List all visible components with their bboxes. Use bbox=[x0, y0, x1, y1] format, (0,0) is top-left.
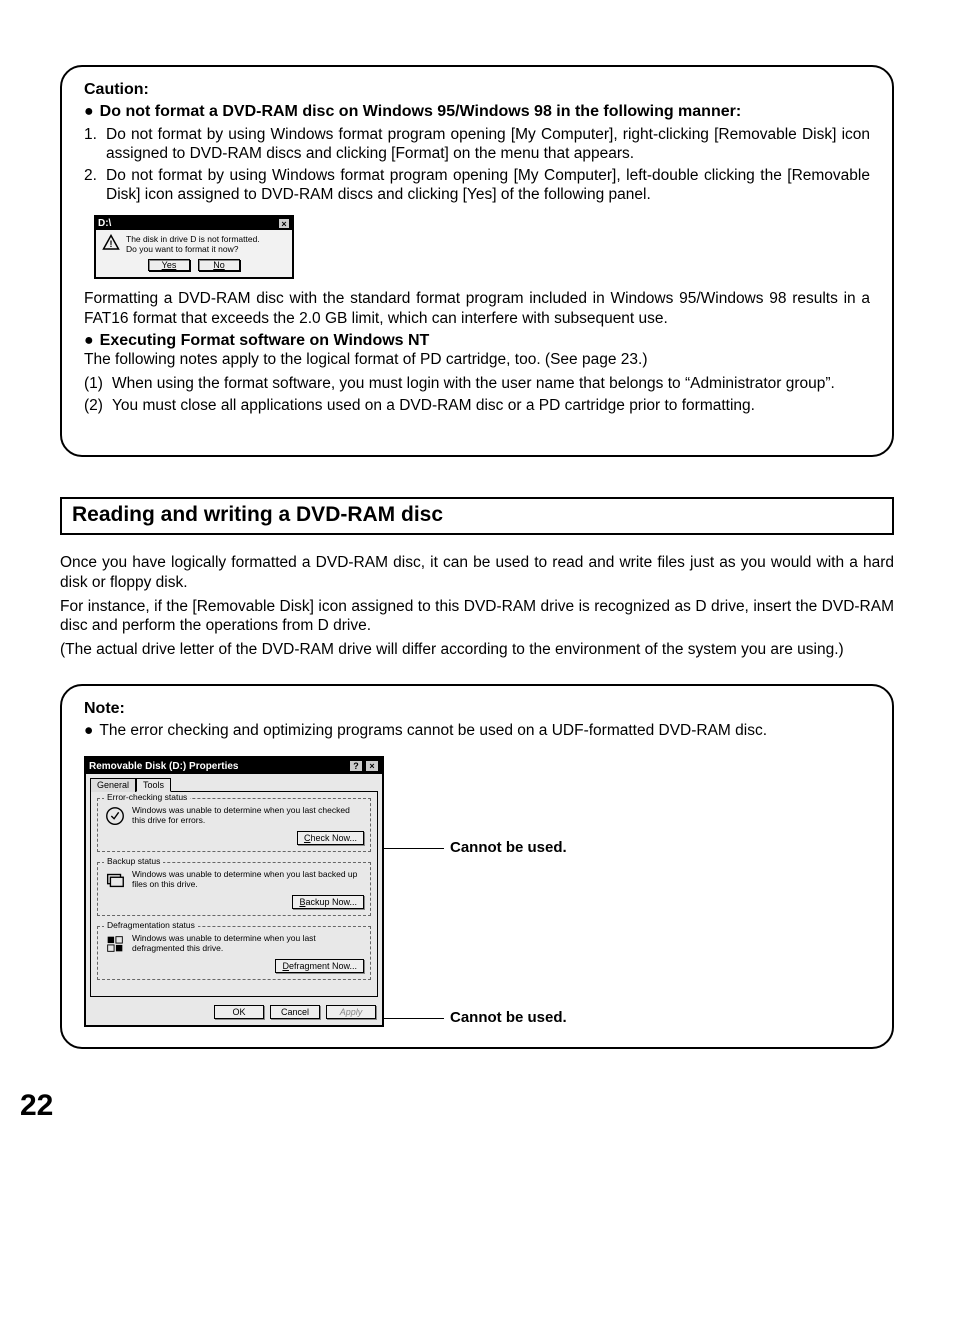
btn-rest: ackup Now... bbox=[305, 897, 357, 907]
close-icon[interactable]: × bbox=[278, 218, 290, 229]
dialog-title: D:\ bbox=[98, 218, 111, 229]
tab-body: Error-checking status Windows was unable… bbox=[90, 791, 378, 997]
sub-intro: The following notes apply to the logical… bbox=[84, 350, 870, 370]
list-item: 2. Do not format by using Windows format… bbox=[84, 166, 870, 205]
caution-box: Caution: ● Do not format a DVD-RAM disc … bbox=[60, 65, 894, 457]
callout-line bbox=[384, 848, 444, 849]
bullet-dot: ● bbox=[84, 722, 93, 740]
page: Caution: ● Do not format a DVD-RAM disc … bbox=[0, 0, 954, 1163]
list-item: 1. Do not format by using Windows format… bbox=[84, 125, 870, 164]
item-text: Do not format by using Windows format pr… bbox=[106, 125, 870, 164]
callout-text: Cannot be used. bbox=[450, 1009, 567, 1026]
tab-general[interactable]: General bbox=[90, 778, 136, 792]
dialog-titlebar: D:\ × bbox=[96, 217, 292, 230]
caution-title: Caution: bbox=[84, 81, 870, 99]
sub-list: (1) When using the format software, you … bbox=[84, 374, 870, 415]
dialog-msg-line1: The disk in drive D is not formatted. bbox=[126, 234, 260, 245]
list-item: (2) You must close all applications used… bbox=[84, 396, 870, 415]
item-number: (1) bbox=[84, 374, 112, 393]
properties-title-text: Removable Disk (D:) Properties bbox=[89, 761, 239, 772]
error-check-group: Error-checking status Windows was unable… bbox=[97, 798, 371, 852]
warning-icon: ! bbox=[102, 234, 120, 252]
item-number: 2. bbox=[84, 166, 106, 205]
group-legend: Error-checking status bbox=[104, 792, 190, 802]
sub-bullet-text: Executing Format software on Windows NT bbox=[100, 332, 430, 350]
dialog-msg-line2: Do you want to format it now? bbox=[126, 244, 260, 255]
no-label: No bbox=[213, 260, 225, 270]
cancel-button[interactable]: Cancel bbox=[270, 1005, 320, 1019]
dialog-buttons: Yes No bbox=[102, 259, 286, 271]
group-legend: Backup status bbox=[104, 856, 163, 866]
dialog-button-row: OK Cancel Apply bbox=[86, 1001, 382, 1025]
backup-now-button[interactable]: Backup Now... bbox=[292, 895, 364, 909]
group-text: Windows was unable to determine when you… bbox=[132, 869, 364, 889]
no-button[interactable]: No bbox=[198, 259, 240, 271]
section-title: Reading and writing a DVD-RAM disc bbox=[60, 497, 894, 535]
svg-text:!: ! bbox=[110, 238, 113, 248]
disk-check-icon bbox=[104, 805, 126, 827]
sub-bullet: ● Executing Format software on Windows N… bbox=[84, 332, 870, 350]
group-text: Windows was unable to determine when you… bbox=[132, 805, 364, 825]
note-box: Note: ● The error checking and optimizin… bbox=[60, 684, 894, 1049]
btn-rest: heck Now... bbox=[310, 833, 357, 843]
list-item: (1) When using the format software, you … bbox=[84, 374, 870, 393]
close-icon[interactable]: × bbox=[365, 760, 379, 772]
defragment-now-button[interactable]: Defragment Now... bbox=[275, 959, 364, 973]
item-number: (2) bbox=[84, 396, 112, 415]
dialog-row: ! The disk in drive D is not formatted. … bbox=[102, 234, 286, 255]
properties-wrap: Removable Disk (D:) Properties ? × Gener… bbox=[84, 756, 870, 1027]
note-bullet-text: The error checking and optimizing progra… bbox=[99, 722, 767, 740]
check-now-button[interactable]: Check Now... bbox=[297, 831, 364, 845]
group-text: Windows was unable to determine when you… bbox=[132, 933, 364, 953]
yes-button[interactable]: Yes bbox=[148, 259, 190, 271]
caution-bullet-text: Do not format a DVD-RAM disc on Windows … bbox=[100, 103, 742, 121]
caution-paragraph: Formatting a DVD-RAM disc with the stand… bbox=[84, 289, 870, 329]
note-bullet: ● The error checking and optimizing prog… bbox=[84, 722, 870, 740]
help-icon[interactable]: ? bbox=[349, 760, 363, 772]
item-number: 1. bbox=[84, 125, 106, 164]
backup-icon bbox=[104, 869, 126, 891]
properties-titlebar: Removable Disk (D:) Properties ? × bbox=[86, 758, 382, 774]
caution-bullet: ● Do not format a DVD-RAM disc on Window… bbox=[84, 103, 870, 121]
body-para: (The actual drive letter of the DVD-RAM … bbox=[60, 640, 894, 660]
defrag-group: Defragmentation status Windows was unabl… bbox=[97, 926, 371, 980]
properties-dialog: Removable Disk (D:) Properties ? × Gener… bbox=[84, 756, 384, 1027]
item-text: Do not format by using Windows format pr… bbox=[106, 166, 870, 205]
bullet-dot: ● bbox=[84, 332, 94, 350]
defrag-icon bbox=[104, 933, 126, 955]
caution-list: 1. Do not format by using Windows format… bbox=[84, 125, 870, 205]
body-para: For instance, if the [Removable Disk] ic… bbox=[60, 597, 894, 637]
format-dialog: D:\ × ! The disk in drive D is not forma… bbox=[94, 215, 294, 279]
dialog-body: ! The disk in drive D is not formatted. … bbox=[96, 230, 292, 277]
btn-rest: efragment Now... bbox=[289, 961, 357, 971]
bullet-dot: ● bbox=[84, 103, 94, 121]
page-number: 22 bbox=[20, 1089, 894, 1123]
dialog-message: The disk in drive D is not formatted. Do… bbox=[126, 234, 260, 255]
note-title: Note: bbox=[84, 700, 870, 718]
backup-group: Backup status Windows was unable to dete… bbox=[97, 862, 371, 916]
yes-label: Yes bbox=[162, 260, 177, 270]
titlebar-icons: ? × bbox=[349, 760, 379, 772]
callout-text: Cannot be used. bbox=[450, 839, 567, 856]
callout-line bbox=[384, 1018, 444, 1019]
item-text: You must close all applications used on … bbox=[112, 396, 870, 415]
ok-button[interactable]: OK bbox=[214, 1005, 264, 1019]
tab-tools[interactable]: Tools bbox=[136, 778, 171, 792]
group-legend: Defragmentation status bbox=[104, 920, 198, 930]
body-para: Once you have logically formatted a DVD-… bbox=[60, 553, 894, 593]
tabs: General Tools bbox=[86, 774, 382, 791]
apply-button[interactable]: Apply bbox=[326, 1005, 376, 1019]
item-text: When using the format software, you must… bbox=[112, 374, 870, 393]
